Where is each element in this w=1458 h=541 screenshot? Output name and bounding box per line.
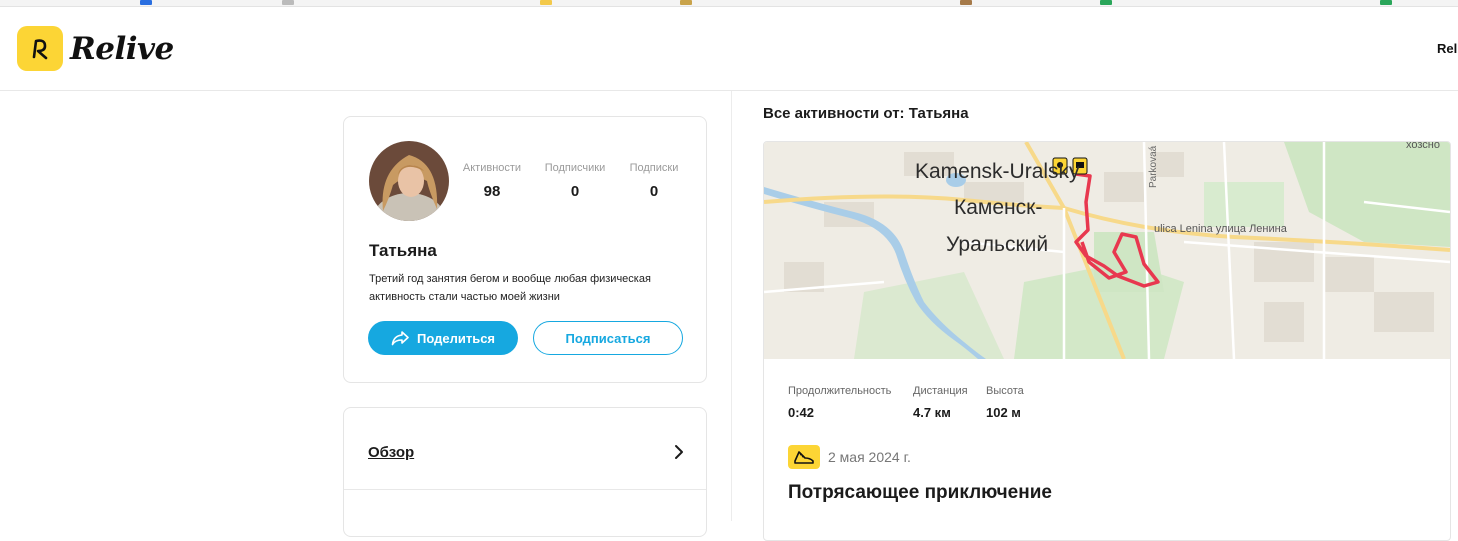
metric-label: Дистанция: [913, 385, 968, 397]
running-shoe-icon: [788, 445, 820, 469]
metric-value: 4.7 км: [913, 405, 951, 420]
metric-label: Продолжительность: [788, 385, 892, 397]
share-button-label: Поделиться: [416, 330, 496, 346]
browser-bookmarks-strip: [0, 0, 1458, 7]
stat-label: Активности: [462, 162, 522, 174]
follow-button-label: Подписаться: [565, 330, 651, 346]
metric-duration: Продолжительность 0:42: [788, 385, 891, 420]
relive-logo-icon[interactable]: [17, 26, 63, 71]
menu-item-label: Обзор: [368, 444, 415, 461]
profile-menu: Обзор: [343, 407, 707, 537]
avatar[interactable]: [369, 141, 449, 221]
stat-value: 0: [570, 183, 580, 200]
chevron-right-icon: [675, 445, 683, 459]
header-nav-link[interactable]: Rel: [1437, 41, 1457, 56]
column-divider: [731, 91, 732, 521]
stat-following[interactable]: Подписки 0: [625, 162, 683, 200]
site-header: Relive Rel: [0, 7, 1458, 91]
map-label-city-ru-1: Каменск-: [954, 196, 1042, 219]
metric-label: Высота: [986, 385, 1024, 397]
map-label-city-latin: Kamensk-Uralsky: [915, 160, 1080, 183]
feed-title: Все активности от: Татьяна: [763, 105, 969, 122]
map-label-side-street: Parkovaá: [1148, 145, 1159, 188]
map-label-corner: хозсно: [1406, 142, 1440, 151]
share-button[interactable]: Поделиться: [368, 321, 518, 355]
stat-followers[interactable]: Подписчики 0: [540, 162, 610, 200]
stat-label: Подписки: [629, 162, 679, 174]
relive-logo-text[interactable]: Relive: [70, 31, 174, 67]
share-icon: [391, 331, 409, 346]
follow-button[interactable]: Подписаться: [533, 321, 683, 355]
activity-card[interactable]: Kamensk-Uralsky Каменск- Уральский ulica…: [763, 141, 1451, 541]
activity-title[interactable]: Потрясающее приключение: [788, 482, 1052, 504]
map-label-city-ru-2: Уральский: [946, 233, 1048, 256]
stat-value: 98: [483, 183, 501, 200]
map-label-street: ulica Lenina улица Ленина: [1154, 223, 1288, 235]
park-area: [1204, 182, 1284, 227]
profile-name: Татьяна: [369, 241, 437, 260]
metric-elevation: Высота 102 м: [986, 385, 1024, 420]
menu-item-overview[interactable]: Обзор: [344, 408, 706, 490]
stat-value: 0: [649, 183, 659, 200]
stat-label: Подписчики: [544, 162, 606, 174]
activity-date: 2 мая 2024 г.: [828, 449, 911, 465]
activity-map[interactable]: Kamensk-Uralsky Каменск- Уральский ulica…: [764, 142, 1450, 359]
profile-card: Активности 98 Подписчики 0 Подписки 0 Та…: [343, 116, 707, 383]
stat-activities[interactable]: Активности 98: [458, 162, 526, 200]
metric-value: 102 м: [986, 405, 1021, 420]
metric-value: 0:42: [788, 405, 815, 420]
profile-bio: Третий год занятия бегом и вообще любая …: [369, 273, 651, 303]
metric-distance: Дистанция 4.7 км: [913, 385, 968, 420]
